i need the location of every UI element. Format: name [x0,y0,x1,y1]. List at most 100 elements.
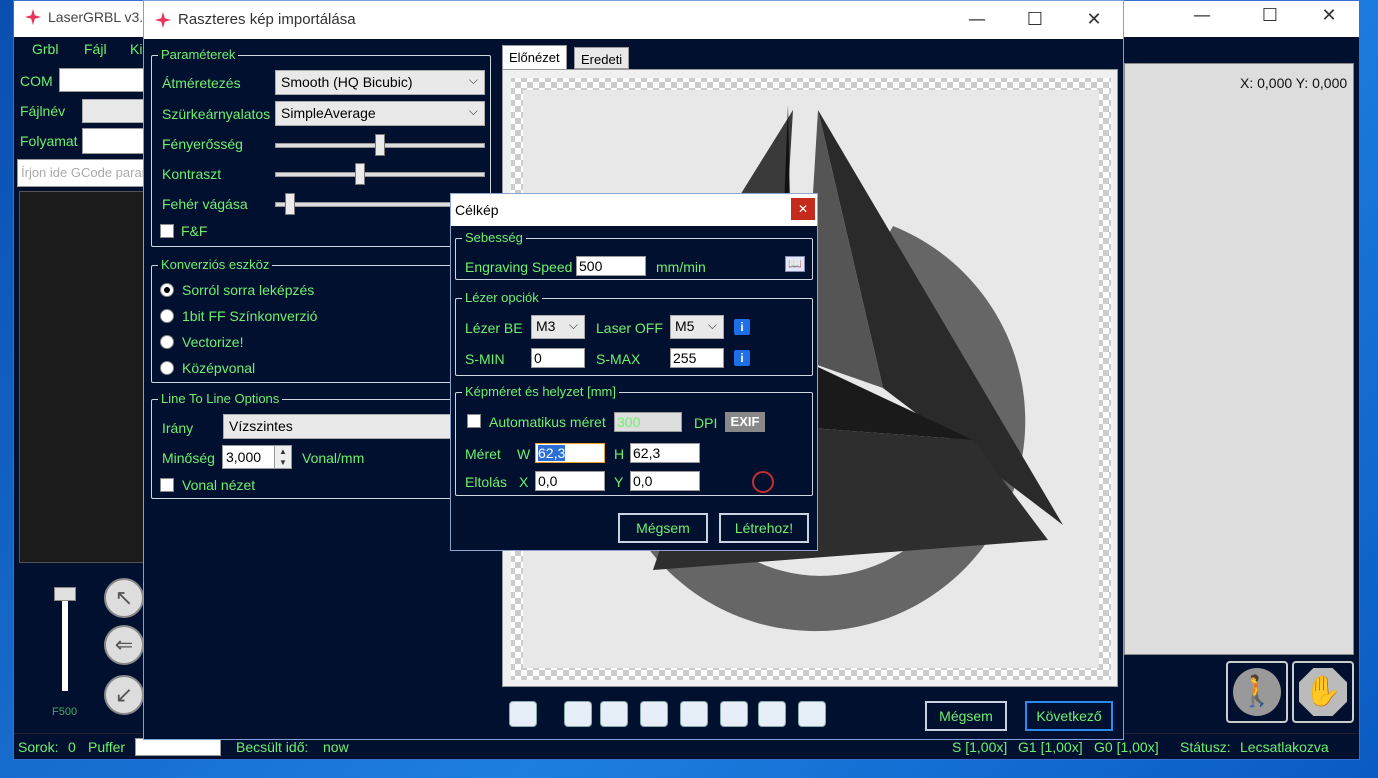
jog-down-left-icon[interactable]: ↙ [104,675,144,715]
laser-off-select[interactable]: M5 ⌵ [670,315,724,339]
close-button[interactable]: ✕ [1306,1,1352,33]
conversion-option-3: Középvonal [182,360,256,376]
walk-icon: 🚶 [1233,668,1281,716]
rotate-right-icon[interactable] [600,701,628,727]
s-override[interactable]: S [1,00x] [952,739,1007,755]
height-input[interactable]: 62,3 [630,443,700,463]
resize-select[interactable]: Smooth (HQ Bicubic) ⌵ [275,70,485,95]
jog-home-icon[interactable]: ⇐ [104,625,144,665]
flip-vertical-icon[interactable] [680,701,708,727]
brightness-slider[interactable] [275,134,485,156]
resize-value: Smooth (HQ Bicubic) [281,74,413,90]
import-close-button[interactable]: ✕ [1071,5,1117,37]
conversion-radio-3[interactable] [160,361,174,375]
rows-label: Sorok: [18,739,59,755]
smin-input[interactable]: 0 [531,348,585,368]
slider-thumb[interactable] [285,193,295,215]
import-title: Raszteres kép importálása [178,11,356,28]
speed-unit: mm/min [656,259,706,275]
h-label: H [614,446,625,462]
engraving-speed-label: Engraving Speed [465,259,573,275]
info-icon[interactable]: i [734,350,750,366]
import-maximize-button[interactable]: ☐ [1012,5,1058,37]
engraving-speed-input[interactable]: 500 [576,256,646,276]
offset-x-input[interactable]: 0,0 [535,471,605,491]
gcode-input[interactable]: Írjon ide GCode parancsot [17,159,144,187]
status-label: Státusz: [1180,739,1231,755]
tab-original[interactable]: Eredeti [574,47,630,69]
resize-label: Átméretezés [162,75,241,91]
smax-input[interactable]: 255 [670,348,724,368]
import-cancel-button[interactable]: Mégsem [925,701,1007,731]
laser-logo-icon [154,11,172,29]
stop-button[interactable]: ✋ [1292,661,1354,723]
g1-override[interactable]: G1 [1,00x] [1018,739,1083,755]
auto-size-checkbox[interactable] [467,414,481,428]
grayscale-label: Szürkeárnyalatos [162,106,271,122]
direction-select[interactable]: Vízszintes [223,414,453,439]
rotate-icon[interactable] [509,701,537,727]
slider-thumb[interactable] [375,134,385,156]
l2l-group-title: Line To Line Options [158,391,283,406]
com-label: COM [20,73,53,89]
dialog-cancel-button[interactable]: Mégsem [618,513,708,543]
dialog-create-button[interactable]: Létrehoz! [719,513,809,543]
smax-label: S-MAX [596,351,641,367]
jog-up-left-icon[interactable]: ↖ [104,578,144,618]
width-input[interactable]: 62,3 [535,443,605,463]
conversion-group-title: Konverziós eszköz [158,257,273,272]
chevron-down-icon: ⌵ [468,73,478,87]
grayscale-select[interactable]: SimpleAverage ⌵ [275,101,485,126]
conversion-radio-1[interactable] [160,309,174,323]
import-next-button[interactable]: Következő [1025,701,1113,731]
laser-on-select[interactable]: M3 ⌵ [531,315,585,339]
slider-thumb[interactable] [355,163,365,185]
direction-value: Vízszintes [229,418,293,434]
flip-horizontal-icon[interactable] [640,701,668,727]
speed-slider-thumb[interactable] [54,587,76,601]
stop-hand-icon: ✋ [1299,668,1347,716]
invert-icon[interactable] [798,701,826,727]
com-input[interactable] [59,68,144,92]
menu-grbl[interactable]: Grbl [32,41,58,57]
menu-ki[interactable]: Ki [130,41,142,57]
auto-trim-icon[interactable] [758,701,786,727]
rotate-left-icon[interactable] [564,701,592,727]
speed-slider-track[interactable] [62,591,68,691]
quality-input[interactable]: 3,000 [222,445,276,469]
drawing-area[interactable] [1124,63,1354,655]
laser-off-label: Laser OFF [596,320,663,336]
exif-button[interactable]: EXIF [725,412,765,432]
laser-logo-icon [24,8,42,26]
line-preview-checkbox[interactable] [160,478,174,492]
tab-preview[interactable]: Előnézet [502,45,567,69]
y-label: Y [614,474,624,490]
target-dialog: Célkép ✕ Sebesség Engraving Speed 500 mm… [450,193,818,551]
conversion-radio-0[interactable] [160,283,174,297]
size-group-title: Képméret és helyzet [mm] [462,384,619,399]
conversion-radio-2[interactable] [160,335,174,349]
crosshair-icon[interactable] [752,471,774,493]
contrast-slider[interactable] [275,163,485,185]
dialog-title: Célkép [455,202,499,218]
offset-label: Eltolás [465,474,508,490]
import-minimize-button[interactable]: — [954,5,1000,37]
minimize-button[interactable]: — [1179,1,1225,33]
offset-y-input[interactable]: 0,0 [630,471,700,491]
g0-override[interactable]: G0 [1,00x] [1094,739,1159,755]
dpi-input[interactable]: 300 [614,412,682,432]
quality-label: Minőség [162,450,215,466]
quality-stepper[interactable]: ▲ ▼ [274,445,292,469]
conversion-option-2: Vectorize! [182,334,244,350]
menu-file[interactable]: Fájl [84,41,107,57]
dialog-close-button[interactable]: ✕ [791,198,815,220]
rows-value: 0 [68,739,76,755]
buffer-label: Puffer [88,739,126,755]
book-icon[interactable]: 📖 [785,256,805,272]
walk-button[interactable]: 🚶 [1226,661,1288,723]
contrast-label: Kontraszt [162,166,222,182]
maximize-button[interactable]: ☐ [1247,1,1293,33]
fnf-checkbox[interactable] [160,224,174,238]
info-icon[interactable]: i [734,319,750,335]
crop-icon[interactable] [720,701,748,727]
